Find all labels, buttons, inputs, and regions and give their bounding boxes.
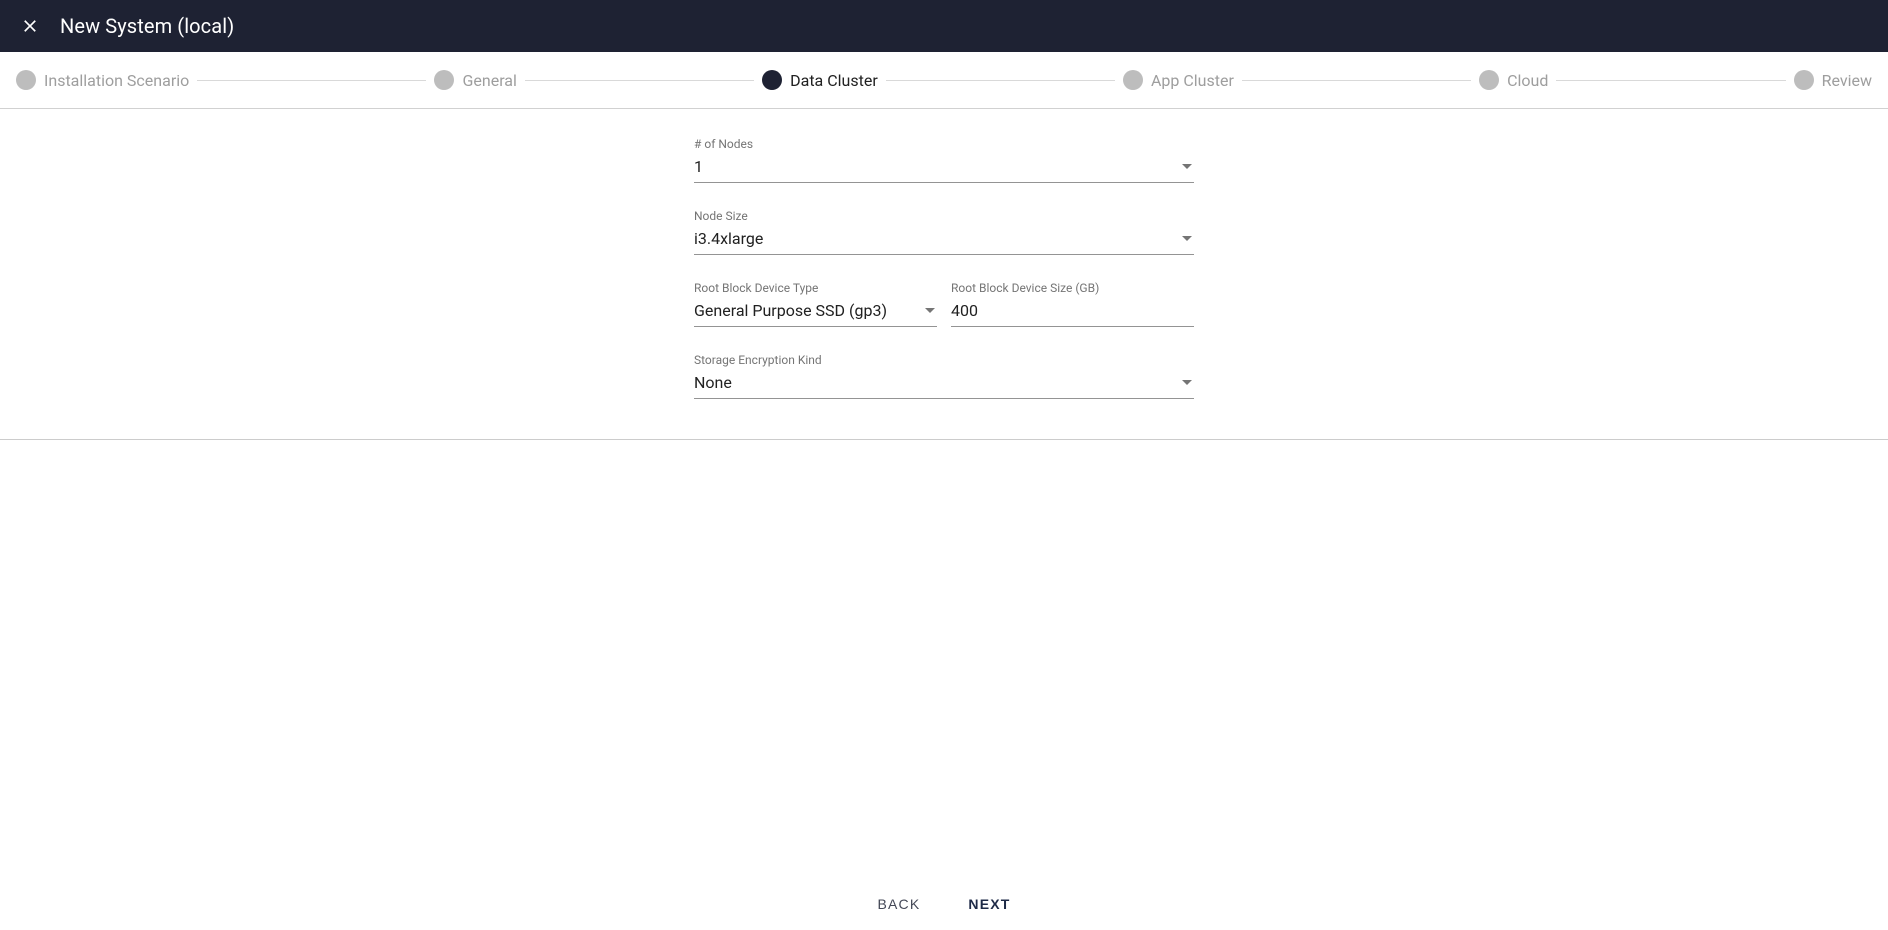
back-button[interactable]: Back [869, 888, 928, 920]
step-label: App Cluster [1151, 71, 1234, 90]
step-cloud[interactable]: Cloud [1479, 70, 1548, 90]
field-label: Root Block Device Size (GB) [951, 281, 1194, 295]
step-circle-icon [1123, 70, 1143, 90]
step-label: Review [1822, 71, 1872, 90]
storage-encryption-kind-select[interactable]: None [694, 369, 1194, 399]
step-review[interactable]: Review [1794, 70, 1872, 90]
close-icon [20, 16, 40, 36]
root-block-device-size-input[interactable] [951, 301, 1194, 320]
stepper: Installation Scenario General Data Clust… [0, 52, 1888, 109]
field-node-size: Node Size i3.4xlarge [694, 209, 1194, 255]
page-title: New System (local) [60, 14, 234, 38]
root-block-device-type-select[interactable]: General Purpose SSD (gp3) [694, 297, 937, 327]
step-connector [1556, 80, 1785, 81]
form-content: # of Nodes 1 Node Size i3.4xlarge Root B… [0, 109, 1888, 440]
step-connector [197, 80, 426, 81]
field-root-block-device-size: Root Block Device Size (GB) [951, 281, 1194, 327]
step-label: Data Cluster [790, 71, 878, 90]
next-button[interactable]: Next [960, 888, 1018, 920]
step-connector [886, 80, 1115, 81]
field-root-block-device-type: Root Block Device Type General Purpose S… [694, 281, 937, 327]
num-nodes-select[interactable]: 1 [694, 153, 1194, 183]
chevron-down-icon [1182, 164, 1192, 169]
wizard-actions: Back Next [0, 878, 1888, 930]
field-label: Node Size [694, 209, 1194, 223]
step-circle-icon [1479, 70, 1499, 90]
step-general[interactable]: General [434, 70, 516, 90]
field-storage-encryption-kind: Storage Encryption Kind None [694, 353, 1194, 399]
close-button[interactable] [16, 12, 44, 40]
header: New System (local) [0, 0, 1888, 52]
step-label: Installation Scenario [44, 71, 189, 90]
step-circle-icon [762, 70, 782, 90]
field-label: Storage Encryption Kind [694, 353, 1194, 367]
step-installation-scenario[interactable]: Installation Scenario [16, 70, 189, 90]
field-num-nodes: # of Nodes 1 [694, 137, 1194, 183]
field-value: General Purpose SSD (gp3) [694, 301, 919, 320]
step-connector [525, 80, 754, 81]
step-circle-icon [434, 70, 454, 90]
step-label: Cloud [1507, 71, 1548, 90]
step-circle-icon [1794, 70, 1814, 90]
step-app-cluster[interactable]: App Cluster [1123, 70, 1234, 90]
chevron-down-icon [1182, 380, 1192, 385]
field-value: None [694, 373, 1176, 392]
field-value: i3.4xlarge [694, 229, 1176, 248]
step-connector [1242, 80, 1471, 81]
step-data-cluster[interactable]: Data Cluster [762, 70, 878, 90]
step-circle-icon [16, 70, 36, 90]
chevron-down-icon [925, 308, 935, 313]
chevron-down-icon [1182, 236, 1192, 241]
field-value: 1 [694, 157, 1176, 176]
field-label: # of Nodes [694, 137, 1194, 151]
node-size-select[interactable]: i3.4xlarge [694, 225, 1194, 255]
step-label: General [462, 71, 516, 90]
root-block-device-size-input-wrap [951, 297, 1194, 327]
field-label: Root Block Device Type [694, 281, 937, 295]
